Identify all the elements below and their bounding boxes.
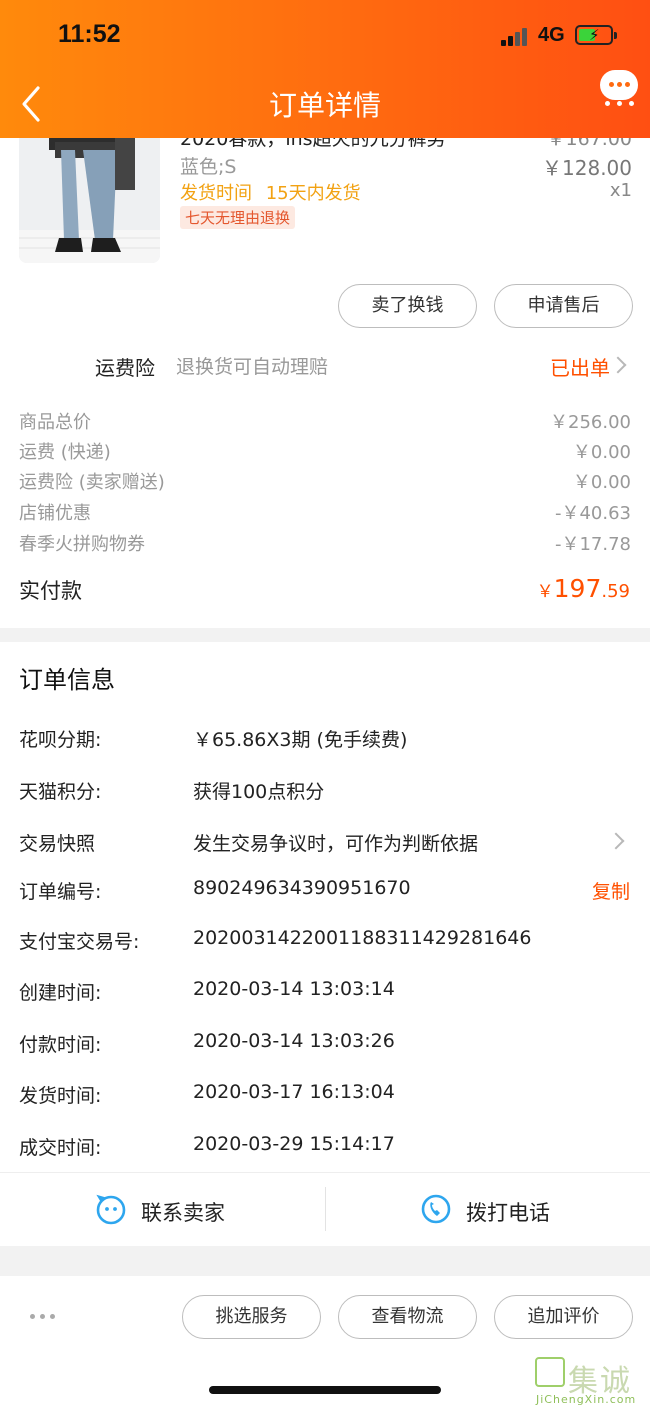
summary-row: 运费险 (卖家赠送) ￥0.00 (19, 468, 631, 496)
ship-time-label: 发货时间 (180, 183, 252, 204)
tmall-points-value: 获得100点积分 (193, 781, 325, 803)
order-number-value: 890249634390951670 (193, 877, 411, 899)
view-logistics-button[interactable]: 查看物流 (338, 1295, 477, 1339)
call-phone-button[interactable]: 拨打电话 (326, 1173, 650, 1247)
section-divider (0, 1246, 650, 1276)
order-number-label: 订单编号: (19, 881, 102, 903)
summary-value: ￥0.00 (572, 442, 631, 463)
summary-row: 店铺优惠 -￥40.63 (19, 499, 631, 527)
huabei-label: 花呗分期: (19, 729, 102, 751)
copy-order-number-button[interactable]: 复制 (592, 877, 630, 904)
summary-label: 运费险 (卖家赠送) (19, 472, 165, 493)
summary-label: 商品总价 (19, 412, 91, 433)
contact-seller-label: 联系卖家 (141, 1201, 225, 1225)
watermark-logo (535, 1357, 565, 1387)
shipping-insurance-desc: 退换货可自动理赔 (176, 356, 329, 378)
select-service-button[interactable]: 挑选服务 (182, 1295, 321, 1339)
page-title: 订单详情 (268, 89, 381, 122)
shipped-time-value: 2020-03-17 16:13:04 (193, 1081, 395, 1103)
section-divider (0, 628, 650, 642)
summary-value: -￥17.78 (554, 534, 631, 555)
network-type: 4G (538, 24, 565, 46)
alipay-trade-label: 支付宝交易号: (19, 931, 140, 953)
summary-value: ￥0.00 (572, 472, 631, 493)
chat-bubble-icon[interactable] (600, 70, 638, 100)
signal-icon (501, 26, 531, 46)
huabei-value: ￥65.86X3期 (免手续费) (193, 729, 408, 751)
summary-row: 运费 (快递) ￥0.00 (19, 438, 631, 466)
chevron-right-icon[interactable] (609, 356, 627, 374)
summary-row: 春季火拼购物券 -￥17.78 (19, 530, 631, 558)
seller-chat-icon (95, 1193, 127, 1229)
product-thumbnail[interactable] (19, 120, 160, 263)
total-integer: 197 (553, 574, 602, 603)
top-header: 11:52 4G ⚡ 订单详情 (0, 0, 650, 138)
battery-icon: ⚡ (575, 25, 617, 45)
summary-value: -￥40.63 (554, 503, 631, 524)
shipping-insurance-status[interactable]: 已出单 (550, 352, 610, 381)
paid-time-value: 2020-03-14 13:03:26 (193, 1030, 395, 1052)
watermark-sub: JiChengXin.com (536, 1393, 637, 1406)
shipped-time-label: 发货时间: (19, 1085, 102, 1107)
total-paid-value: ￥197.59 (537, 574, 630, 603)
total-paid-label: 实付款 (19, 579, 82, 603)
total-decimal: .59 (601, 581, 630, 602)
created-time-label: 创建时间: (19, 982, 102, 1004)
tmall-points-label: 天猫积分: (19, 781, 102, 803)
snapshot-label[interactable]: 交易快照 (19, 829, 95, 856)
summary-label: 店铺优惠 (19, 503, 91, 524)
product-ship-time: 发货时间 15天内发货 (180, 179, 361, 205)
shipping-insurance-label: 运费险 (95, 356, 155, 380)
contact-bar: 联系卖家 拨打电话 (0, 1172, 650, 1246)
paid-time-label: 付款时间: (19, 1034, 102, 1056)
phone-icon (420, 1193, 452, 1229)
completed-time-value: 2020-03-29 15:14:17 (193, 1133, 395, 1155)
summary-row: 商品总价 ￥256.00 (19, 408, 631, 436)
completed-time-label: 成交时间: (19, 1137, 102, 1159)
call-phone-label: 拨打电话 (466, 1201, 550, 1225)
product-sku: 蓝色;S (180, 156, 237, 178)
summary-label: 运费 (快递) (19, 442, 111, 463)
created-time-value: 2020-03-14 13:03:14 (193, 978, 395, 1000)
product-quantity: x1 (609, 180, 632, 201)
ship-time-value: 15天内发货 (265, 183, 361, 204)
summary-value: ￥256.00 (550, 412, 631, 433)
order-info-title: 订单信息 (19, 666, 115, 694)
summary-label: 春季火拼购物券 (19, 534, 145, 555)
chevron-right-icon[interactable] (607, 832, 625, 850)
status-time: 11:52 (58, 20, 121, 48)
contact-seller-button[interactable]: 联系卖家 (0, 1173, 325, 1247)
total-currency: ￥ (536, 582, 554, 602)
after-sale-button[interactable]: 申请售后 (494, 284, 633, 328)
add-review-button[interactable]: 追加评价 (494, 1295, 633, 1339)
more-dots-icon[interactable] (30, 1314, 56, 1320)
product-price: ￥128.00 (542, 156, 632, 180)
sell-button[interactable]: 卖了换钱 (338, 284, 477, 328)
snapshot-value[interactable]: 发生交易争议时，可作为判断依据 (193, 829, 478, 856)
home-indicator (209, 1386, 441, 1394)
more-dots-icon[interactable] (603, 101, 637, 107)
return-policy-badge: 七天无理由退换 (180, 206, 296, 229)
alipay-trade-value: 2020031422001188311429281646 (193, 927, 532, 949)
